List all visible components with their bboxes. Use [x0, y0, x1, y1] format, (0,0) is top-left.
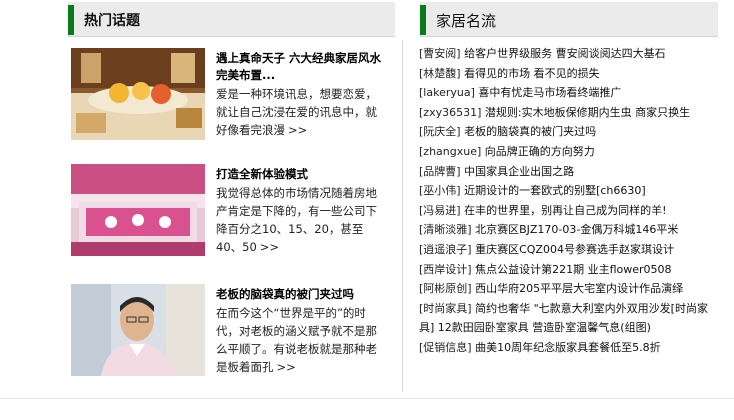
list-item-tag: [zxy36531] — [419, 105, 482, 119]
list-item-tag: [zhangxue] — [419, 144, 482, 158]
list-item-tag: [林楚馥] — [419, 66, 461, 80]
list-item-tag: [阮庆全] — [419, 125, 461, 139]
list-item[interactable]: [巫小伟] 近期设计的一套欧式的别墅[ch6630] — [419, 181, 719, 201]
topic-item-3: 老板的脑袋真的被门夹过吗 在而今这个“世界是平的”的时代，对老板的涵义赋予就不是… — [71, 284, 386, 378]
topic-item-2: 打造全新体验模式 我觉得总体的市场情况随着房地产肯定是下降的，有一些公司下降百分… — [71, 164, 386, 258]
list-item-text: 近期设计的一套欧式的别墅[ch6630] — [464, 184, 646, 198]
more-link[interactable]: >> — [260, 240, 279, 254]
list-item-tag: [时尚家具] — [419, 301, 472, 315]
list-item-text: 老板的脑袋真的被门夹过吗 — [464, 125, 597, 139]
bedroom-image[interactable] — [71, 48, 205, 140]
header-accent-bar — [420, 5, 426, 35]
hot-topics-header: 热门话题 — [68, 2, 395, 37]
list-item[interactable]: [林楚馥] 看得见的市场 看不见的损失 — [419, 64, 719, 84]
list-item[interactable]: [品牌曹] 中国家具企业出国之路 — [419, 162, 719, 182]
list-item[interactable]: [zxy36531] 潜规则:实木地板保修期内生虫 商家只换生 — [419, 103, 719, 123]
list-item-text: 北京赛区BJZ170-03-金偶万科城146平米 — [475, 223, 679, 237]
header-accent-bar — [68, 5, 74, 35]
list-item-text: 曲美10周年纪念版家具套餐低至5.8折 — [475, 340, 661, 354]
more-link[interactable]: >> — [277, 360, 296, 374]
list-item-tag: [促销信息] — [419, 340, 472, 354]
list-item[interactable]: [清晰淡雅] 北京赛区BJZ170-03-金偶万科城146平米 — [419, 220, 719, 240]
list-item-tag: [品牌曹] — [419, 164, 461, 178]
topic-title-link[interactable]: 遇上真命天子 六大经典家居风水完美布置... — [216, 50, 386, 84]
list-item-tag: [巫小伟] — [419, 184, 461, 198]
list-item-tag: [冯易进] — [419, 203, 461, 217]
list-item[interactable]: [曹安阅] 给客户世界级服务 曹安阅谈阅达四大基石 — [419, 44, 719, 64]
list-item[interactable]: [时尚家具] 简约也奢华 "七款意大利室内外双用沙发[时尚家具] 12款田园卧室… — [419, 299, 719, 338]
portrait-image[interactable] — [71, 284, 205, 376]
list-item[interactable]: [逍遥浪子] 重庆赛区CQZ004号参赛选手赵家琪设计 — [419, 240, 719, 260]
list-item[interactable]: [冯易进] 在丰的世界里，别再让自己成为同样的羊! — [419, 201, 719, 221]
topic-desc-text: 我觉得总体的市场情况随着房地产肯定是下降的，有一些公司下降百分之10、15、20… — [216, 186, 377, 254]
list-item-tag: [曹安阅] — [419, 47, 461, 60]
brands-list: [曹安阅] 给客户世界级服务 曹安阅谈阅达四大基石 [林楚馥] 看得见的市场 看… — [419, 44, 719, 358]
topic-desc-text: 在而今这个“世界是平的”的时代，对老板的涵义赋予就不是那么平顺了。有说老板就是那… — [216, 306, 377, 374]
brands-title: 家居名流 — [436, 12, 497, 30]
list-item-text: 中国家具企业出国之路 — [464, 164, 575, 178]
topic-desc: 在而今这个“世界是平的”的时代，对老板的涵义赋予就不是那么平顺了。有说老板就是那… — [216, 304, 386, 376]
list-item-text: 潜规则:实木地板保修期内生虫 商家只换生 — [484, 105, 691, 119]
list-item[interactable]: [阿彬原创] 西山华府205平平层大宅室内设计作品演绎 — [419, 279, 719, 299]
more-link[interactable]: >> — [288, 123, 307, 137]
list-item-text: 向品牌正确的方向努力 — [484, 144, 595, 158]
brands-header: 家居名流 — [420, 2, 718, 37]
pink-bedroom-image[interactable] — [71, 164, 205, 256]
list-item[interactable]: [阮庆全] 老板的脑袋真的被门夹过吗 — [419, 122, 719, 142]
topic-desc: 爱是一种环境讯息，想要恋爱，就让自己沈浸在爱的讯息中，就好像看完浪漫 >> — [216, 85, 386, 139]
list-item-tag: [逍遥浪子] — [419, 242, 472, 256]
list-item-text: 在丰的世界里，别再让自己成为同样的羊! — [464, 203, 667, 217]
page: 热门话题 家居名流 遇上真命天子 六大经典家居风水完美布置... 爱是一种环境讯… — [0, 0, 734, 420]
list-item-text: 喜中有忧走马市场看终端推广 — [478, 86, 622, 100]
list-item-tag: [清晰淡雅] — [419, 223, 472, 237]
list-item[interactable]: [西岸设计] 焦点公益设计第221期 业主flower0508 — [419, 260, 719, 280]
list-item-text: 看得见的市场 看不见的损失 — [464, 66, 600, 80]
list-item-text: 重庆赛区CQZ004号参赛选手赵家琪设计 — [475, 242, 674, 256]
list-item-text: 焦点公益设计第221期 业主flower0508 — [475, 262, 672, 276]
list-item-text: 西山华府205平平层大宅室内设计作品演绎 — [475, 282, 684, 296]
list-item-tag: [lakeryua] — [419, 86, 475, 100]
topic-title-link[interactable]: 打造全新体验模式 — [216, 166, 386, 183]
topic-title-link[interactable]: 老板的脑袋真的被门夹过吗 — [216, 286, 386, 303]
list-item-tag: [阿彬原创] — [419, 282, 472, 296]
list-item[interactable]: [lakeryua] 喜中有忧走马市场看终端推广 — [419, 83, 719, 103]
list-item[interactable]: [促销信息] 曲美10周年纪念版家具套餐低至5.8折 — [419, 338, 719, 358]
topic-item-1: 遇上真命天子 六大经典家居风水完美布置... 爱是一种环境讯息，想要恋爱，就让自… — [71, 48, 386, 142]
list-item-tag: [西岸设计] — [419, 262, 472, 276]
list-item[interactable]: [zhangxue] 向品牌正确的方向努力 — [419, 142, 719, 162]
bottom-divider — [0, 398, 734, 399]
topic-desc: 我觉得总体的市场情况随着房地产肯定是下降的，有一些公司下降百分之10、15、20… — [216, 184, 386, 256]
hot-topics-title: 热门话题 — [84, 13, 140, 29]
column-divider — [402, 40, 403, 392]
list-item-text: 给客户世界级服务 曹安阅谈阅达四大基石 — [464, 47, 666, 60]
